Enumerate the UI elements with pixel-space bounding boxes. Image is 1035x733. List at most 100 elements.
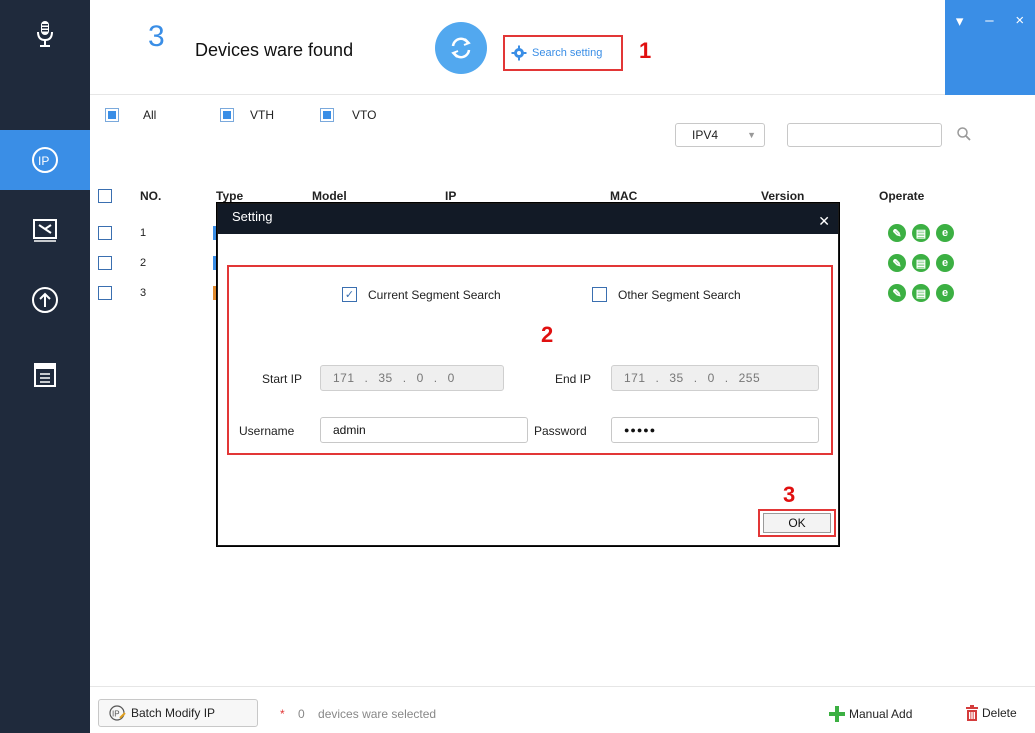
filter-vto-checkbox[interactable] (320, 108, 334, 122)
start-ip-label: Start IP (262, 372, 303, 386)
device-count: 3 (148, 20, 165, 53)
minimize-button[interactable]: – (985, 12, 993, 95)
row-number: 2 (140, 257, 147, 269)
close-button[interactable]: × (1015, 12, 1024, 95)
app-window: IP 3 Devices ware found Search setting 1… (0, 0, 1035, 733)
end-ip-octet-1: 171 (624, 371, 646, 385)
type-indicator (213, 256, 216, 270)
web-browser-icon[interactable]: e (936, 284, 954, 302)
edit-icon[interactable]: ✎ (888, 254, 906, 272)
filter-all-checkbox[interactable] (105, 108, 119, 122)
row-checkbox[interactable] (98, 226, 112, 240)
document-list-icon (34, 363, 56, 387)
selected-label: devices ware selected (318, 707, 437, 721)
password-field[interactable]: ●●●●● (611, 417, 819, 443)
header: 3 Devices ware found Search setting 1 ▾ … (90, 0, 1035, 95)
annotation-2: 2 (541, 322, 554, 347)
sidebar-item-config[interactable] (0, 355, 90, 395)
edit-icon[interactable]: ✎ (888, 284, 906, 302)
batch-modify-ip-button[interactable]: IP Batch Modify IP (98, 699, 258, 727)
other-segment-checkbox[interactable] (592, 287, 607, 302)
refresh-icon (451, 37, 471, 59)
delete-button[interactable]: Delete (965, 705, 1017, 721)
setting-dialog: Setting ✕ ✓ Current Segment Search Other… (217, 203, 839, 546)
details-icon[interactable]: ▤ (912, 254, 930, 272)
web-browser-icon[interactable]: e (936, 254, 954, 272)
batch-modify-ip-label: Batch Modify IP (131, 706, 216, 720)
row-checkbox[interactable] (98, 286, 112, 300)
ip-dot: . (402, 371, 407, 385)
upgrade-icon (32, 287, 58, 313)
end-ip-octet-4: 255 (738, 371, 761, 385)
type-indicator (213, 286, 216, 300)
start-ip-octet-2: 35 (378, 371, 393, 385)
ok-button-highlight: OK (758, 509, 836, 537)
ip-dot: . (693, 371, 698, 385)
svg-text:IP: IP (38, 154, 49, 168)
username-field[interactable]: admin (320, 417, 528, 443)
manual-add-button[interactable]: Manual Add (828, 705, 912, 723)
annotation-1: 1 (639, 38, 652, 63)
gear-icon (511, 45, 527, 61)
column-type: Type (216, 189, 244, 203)
column-version: Version (761, 189, 805, 203)
end-ip-octet-2: 35 (669, 371, 684, 385)
footer: IP Batch Modify IP * 0 devices ware sele… (90, 686, 1035, 733)
sidebar-item-upgrade[interactable] (0, 280, 90, 320)
end-ip-field[interactable]: 171 . 35 . 0 . 255 (611, 365, 819, 391)
filter-vth-label: VTH (250, 108, 274, 122)
svg-text:IP: IP (112, 710, 120, 719)
selection-status: * 0 devices ware selected (280, 707, 436, 721)
ip-edit-icon: IP (109, 705, 126, 721)
edit-icon[interactable]: ✎ (888, 224, 906, 242)
row-number: 3 (140, 287, 147, 299)
column-mac: MAC (610, 189, 638, 203)
password-label: Password (534, 424, 587, 438)
start-ip-field[interactable]: 171 . 35 . 0 . 0 (320, 365, 504, 391)
dialog-title-bar: Setting ✕ (218, 204, 838, 234)
ip-version-select[interactable]: IPV4 ▼ (675, 123, 765, 147)
filter-vto-label: VTO (352, 108, 377, 122)
dialog-close-icon[interactable]: ✕ (818, 208, 830, 234)
refresh-button[interactable] (435, 22, 487, 74)
details-icon[interactable]: ▤ (912, 224, 930, 242)
ip-version-value: IPV4 (692, 128, 719, 142)
ip-icon: IP (32, 147, 58, 173)
other-segment-label: Other Segment Search (618, 288, 741, 302)
ok-button[interactable]: OK (763, 513, 831, 533)
column-no: NO. (140, 189, 162, 203)
filter-row: All VTH VTO IPV4 ▼ (90, 96, 1035, 176)
sidebar-item-tools[interactable] (0, 210, 90, 250)
search-setting-button[interactable]: Search setting (503, 35, 623, 71)
type-indicator (213, 226, 216, 240)
search-icon[interactable] (956, 126, 972, 145)
ip-dot: . (724, 371, 729, 385)
dialog-title: Setting (232, 209, 273, 224)
window-controls: ▾ – × (945, 0, 1035, 95)
column-operate: Operate (879, 189, 925, 203)
plus-icon (829, 706, 845, 722)
current-segment-checkbox[interactable]: ✓ (342, 287, 357, 302)
web-browser-icon[interactable]: e (936, 224, 954, 242)
row-number: 1 (140, 227, 147, 239)
filter-all-label: All (143, 108, 157, 122)
menu-dropdown-icon[interactable]: ▾ (956, 12, 964, 95)
ip-dot: . (433, 371, 438, 385)
row-checkbox[interactable] (98, 256, 112, 270)
select-all-checkbox[interactable] (98, 189, 112, 203)
current-segment-label: Current Segment Search (368, 288, 501, 302)
search-setting-label: Search setting (532, 47, 603, 59)
microphone-icon (0, 14, 90, 54)
end-ip-octet-3: 0 (707, 371, 715, 385)
column-ip: IP (445, 189, 457, 203)
filter-vth-checkbox[interactable] (220, 108, 234, 122)
search-input[interactable] (787, 123, 942, 147)
username-label: Username (239, 424, 295, 438)
chevron-down-icon: ▼ (747, 130, 756, 140)
end-ip-label: End IP (555, 372, 592, 386)
start-ip-octet-1: 171 (333, 371, 355, 385)
sidebar-item-ip-search[interactable]: IP (0, 130, 90, 190)
details-icon[interactable]: ▤ (912, 284, 930, 302)
asterisk: * (280, 707, 285, 721)
sidebar: IP (0, 0, 90, 733)
